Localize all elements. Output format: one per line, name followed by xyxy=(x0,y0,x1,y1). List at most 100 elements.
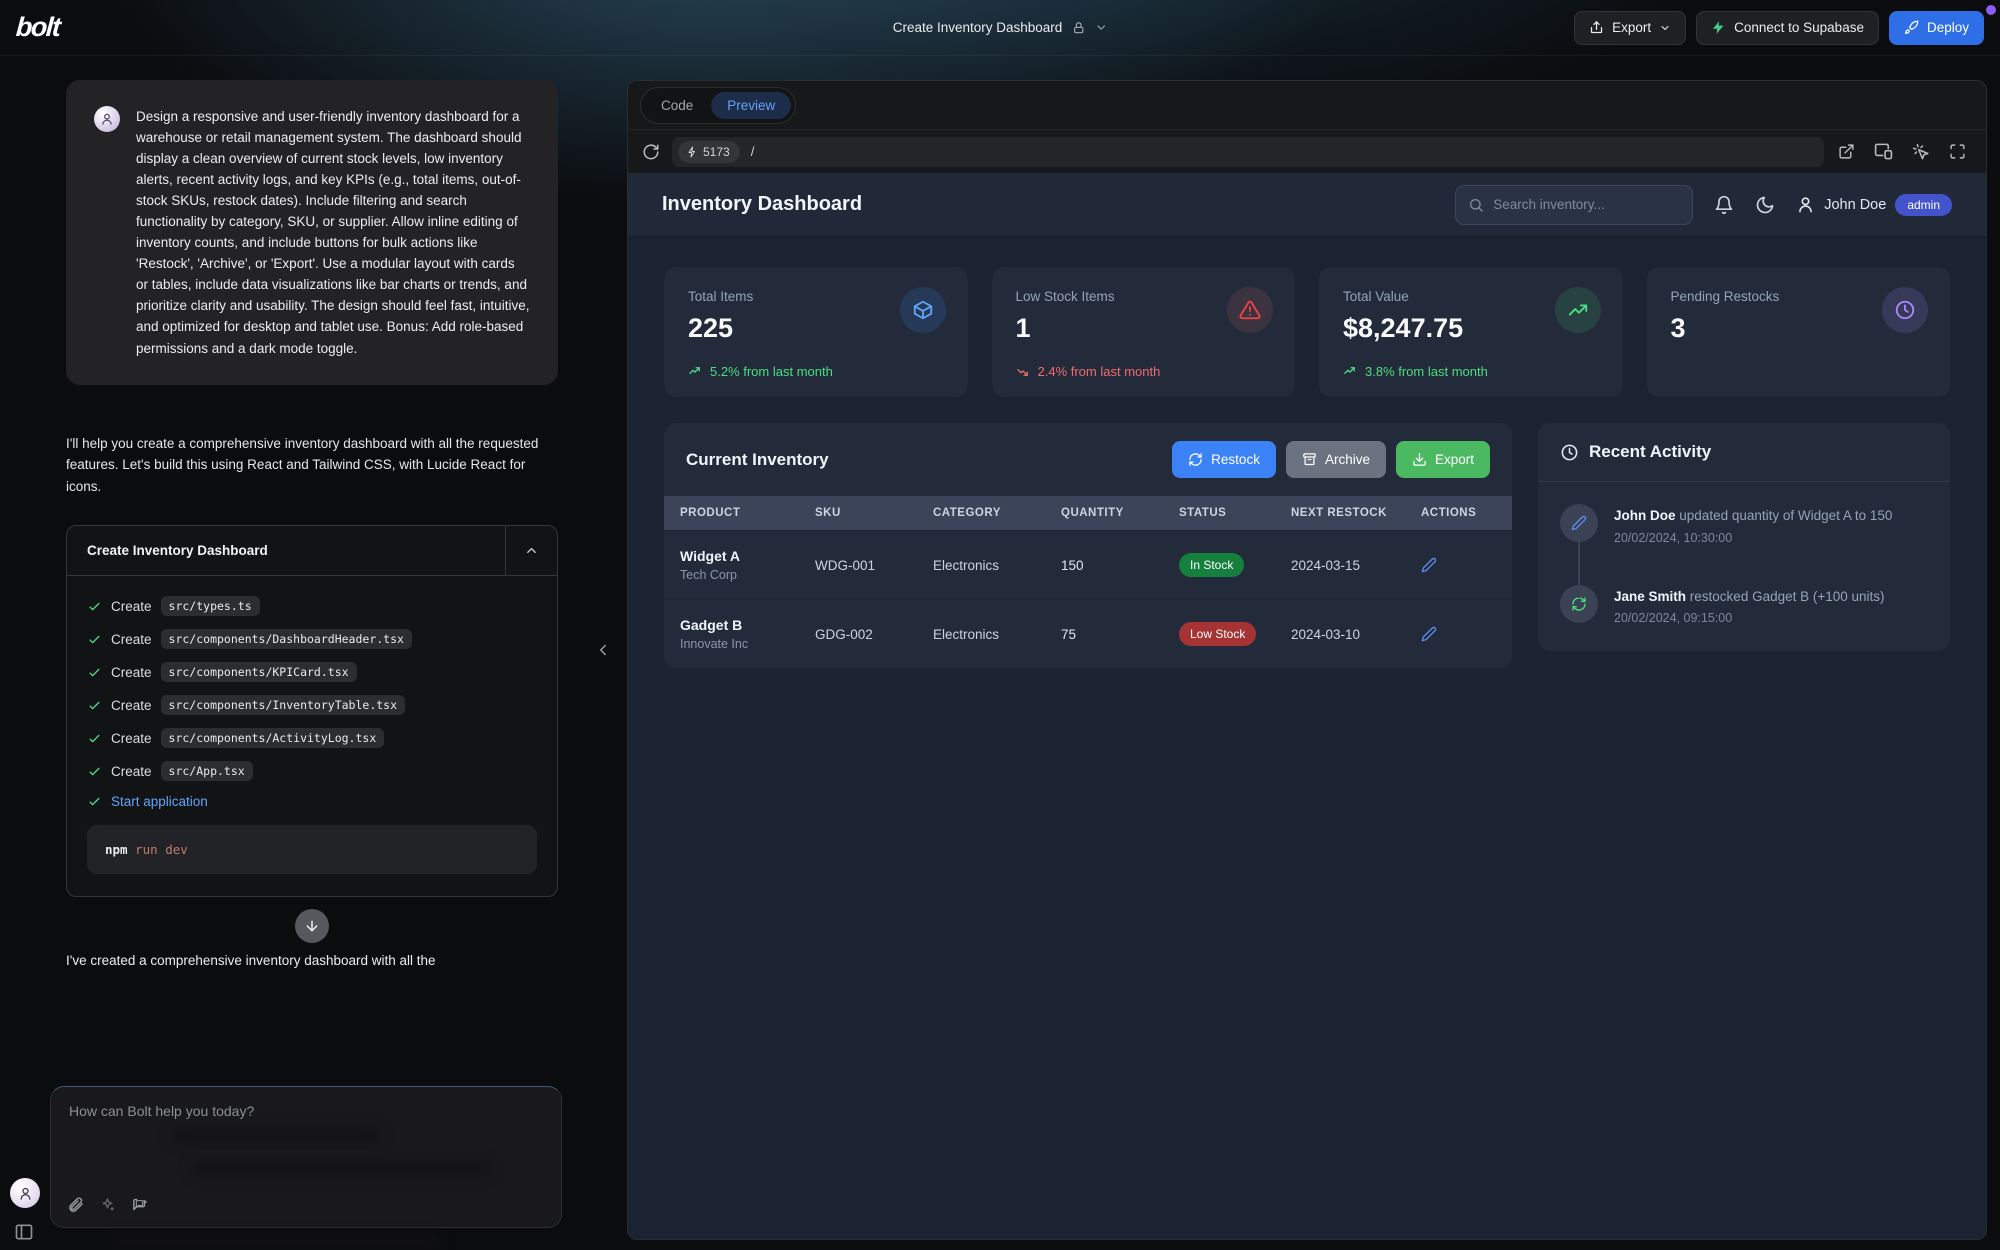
user-message: Design a responsive and user-friendly in… xyxy=(66,80,558,385)
trending-up-icon xyxy=(1555,287,1601,333)
step-file[interactable]: src/types.ts xyxy=(161,596,260,616)
step-file[interactable]: src/components/DashboardHeader.tsx xyxy=(161,629,412,649)
chat-input[interactable] xyxy=(69,1103,543,1119)
project-title: Create Inventory Dashboard xyxy=(893,20,1063,35)
kpi-card-pending-restocks: Pending Restocks 3 xyxy=(1647,267,1951,397)
chat-input-box[interactable] xyxy=(50,1086,562,1228)
plug-icon xyxy=(686,146,698,158)
check-icon xyxy=(87,731,102,746)
list-item: Jane Smith restocked Gadget B (+100 unit… xyxy=(1560,585,1928,626)
trend-up-icon xyxy=(688,364,703,379)
table-header-row: PRODUCT SKU CATEGORY QUANTITY STATUS NEX… xyxy=(664,496,1512,531)
assistant-followup: I've created a comprehensive inventory d… xyxy=(66,953,558,968)
devices-icon[interactable] xyxy=(1874,142,1893,161)
notification-dot xyxy=(1986,5,1996,15)
edit-row-button[interactable] xyxy=(1421,557,1512,573)
tab-preview[interactable]: Preview xyxy=(711,92,791,119)
cell-quantity[interactable]: 75 xyxy=(1045,600,1163,669)
plan-step: Create src/App.tsx xyxy=(87,761,537,781)
preview-viewport: Inventory Dashboard John Doe admin Total… xyxy=(628,173,1986,1239)
user-chip[interactable]: John Doe admin xyxy=(1796,194,1952,216)
plan-step: Create src/components/ActivityLog.tsx xyxy=(87,728,537,748)
inspector-cursor-icon[interactable] xyxy=(1912,143,1930,161)
col-product: PRODUCT xyxy=(664,496,799,531)
plan-collapse-button[interactable] xyxy=(505,526,557,575)
open-external-icon[interactable] xyxy=(1838,143,1855,160)
download-icon xyxy=(1412,452,1427,467)
check-icon xyxy=(87,794,102,809)
inventory-search[interactable] xyxy=(1455,185,1693,225)
kpi-trend-text: 2.4% from last month xyxy=(1038,364,1161,379)
sidebar-toggle-icon[interactable] xyxy=(14,1222,34,1242)
chat-panel: Design a responsive and user-friendly in… xyxy=(66,80,558,968)
activity-actor: John Doe xyxy=(1614,508,1676,523)
start-application-step: Start application xyxy=(87,794,537,809)
sparkles-icon[interactable] xyxy=(99,1196,116,1213)
pencil-icon xyxy=(1560,504,1598,542)
step-action: Create xyxy=(111,632,152,647)
trend-up-icon xyxy=(1343,364,1358,379)
status-badge: Low Stock xyxy=(1179,622,1256,646)
step-action: Create xyxy=(111,665,152,680)
tab-code[interactable]: Code xyxy=(645,92,709,119)
command-args: run dev xyxy=(135,842,188,857)
kpi-card-total-items: Total Items 225 5.2% from last month xyxy=(664,267,968,397)
check-icon xyxy=(87,698,102,713)
step-file[interactable]: src/components/InventoryTable.tsx xyxy=(161,695,405,715)
chevron-down-icon xyxy=(1094,21,1107,34)
step-file[interactable]: src/components/KPICard.tsx xyxy=(161,662,357,682)
trend-down-icon xyxy=(1016,364,1031,379)
archive-label: Archive xyxy=(1325,452,1370,467)
bell-icon[interactable] xyxy=(1714,195,1734,215)
command-name: npm xyxy=(105,842,128,857)
step-action: Create xyxy=(111,764,152,779)
check-icon xyxy=(87,665,102,680)
top-bar: bolt Create Inventory Dashboard Export C… xyxy=(0,0,2000,56)
start-application-link[interactable]: Start application xyxy=(111,794,208,809)
scroll-down-button[interactable] xyxy=(295,909,329,943)
clock-icon xyxy=(1882,287,1928,333)
plan-step: Create src/components/InventoryTable.tsx xyxy=(87,695,537,715)
url-field[interactable]: 5173 / xyxy=(672,137,1824,167)
collapse-chat-handle[interactable] xyxy=(594,641,612,659)
product-supplier: Innovate Inc xyxy=(680,637,783,651)
kpi-row: Total Items 225 5.2% from last month Low… xyxy=(628,237,1986,397)
supabase-label: Connect to Supabase xyxy=(1734,20,1864,35)
check-icon xyxy=(87,764,102,779)
activity-actor: Jane Smith xyxy=(1614,589,1686,604)
account-avatar[interactable] xyxy=(10,1178,40,1208)
reload-icon[interactable] xyxy=(642,143,660,161)
search-input[interactable] xyxy=(1493,197,1680,212)
export-button[interactable]: Export xyxy=(1574,11,1686,45)
cell-quantity[interactable]: 150 xyxy=(1045,531,1163,600)
edit-row-button[interactable] xyxy=(1421,626,1512,642)
port-pill[interactable]: 5173 xyxy=(678,141,740,163)
export-inventory-button[interactable]: Export xyxy=(1396,441,1490,478)
refresh-icon xyxy=(1188,452,1203,467)
deploy-button[interactable]: Deploy xyxy=(1889,11,1984,45)
app-header: Inventory Dashboard John Doe admin xyxy=(628,173,1986,237)
restock-button[interactable]: Restock xyxy=(1172,441,1276,478)
project-title-menu[interactable]: Create Inventory Dashboard xyxy=(893,20,1108,35)
supabase-icon xyxy=(1711,20,1726,35)
step-file[interactable]: src/App.tsx xyxy=(161,761,253,781)
archive-button[interactable]: Archive xyxy=(1286,441,1386,478)
list-item: John Doe updated quantity of Widget A to… xyxy=(1560,504,1928,545)
plan-step: Create src/components/DashboardHeader.ts… xyxy=(87,629,537,649)
rocket-icon xyxy=(1904,20,1919,35)
user-name: John Doe xyxy=(1824,197,1886,213)
attach-link-icon[interactable] xyxy=(67,1196,84,1213)
kpi-card-low-stock: Low Stock Items 1 2.4% from last month xyxy=(992,267,1296,397)
share-icon xyxy=(1589,20,1604,35)
fullscreen-icon[interactable] xyxy=(1949,143,1966,160)
role-badge: admin xyxy=(1895,194,1952,216)
col-quantity: QUANTITY xyxy=(1045,496,1163,531)
connect-supabase-button[interactable]: Connect to Supabase xyxy=(1696,11,1879,45)
step-file[interactable]: src/components/ActivityLog.tsx xyxy=(161,728,385,748)
chat-bubble-icon[interactable] xyxy=(131,1196,148,1213)
kpi-trend-text: 3.8% from last month xyxy=(1365,364,1488,379)
cell-next-restock: 2024-03-10 xyxy=(1275,600,1405,669)
dark-mode-toggle-icon[interactable] xyxy=(1755,195,1775,215)
product-name: Widget A xyxy=(680,548,783,564)
cell-sku: WDG-001 xyxy=(799,531,917,600)
